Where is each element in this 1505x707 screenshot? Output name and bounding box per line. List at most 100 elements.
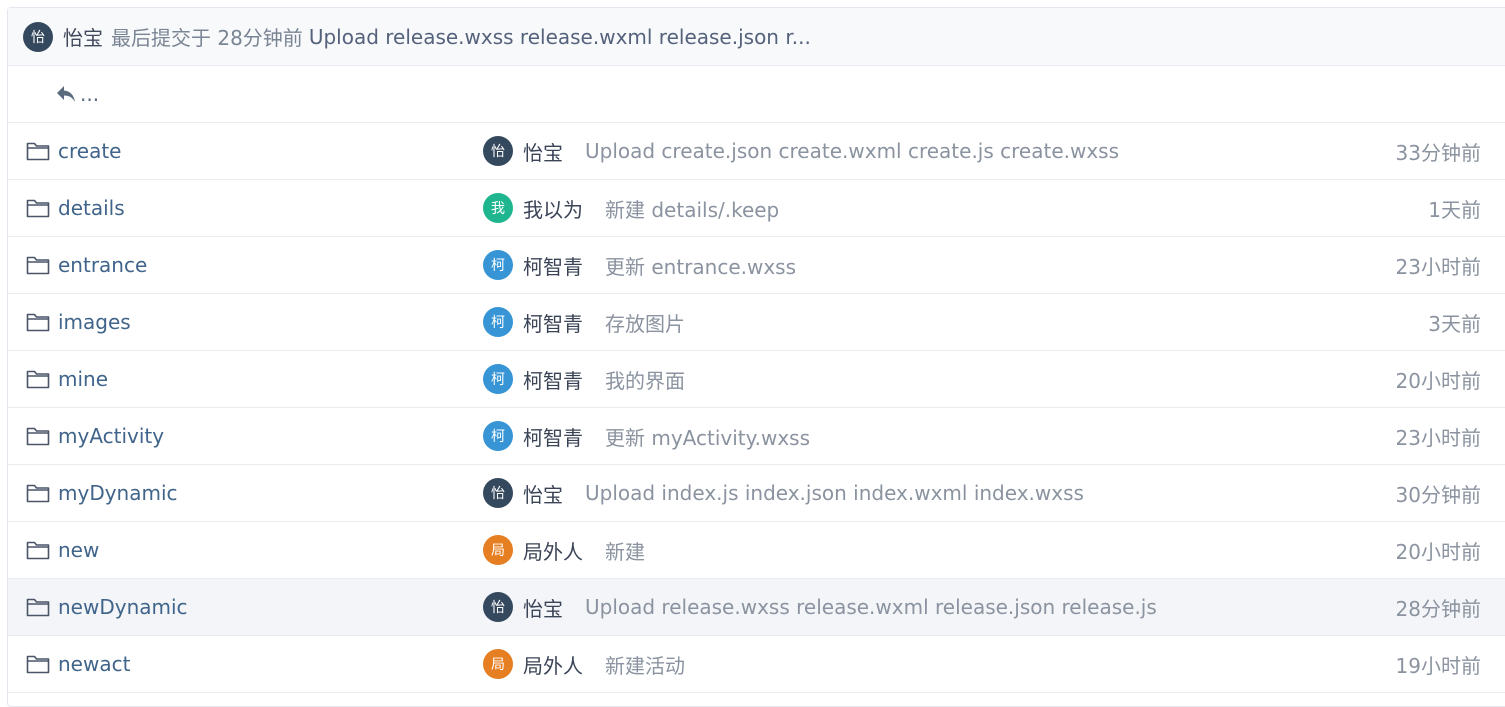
- latest-commit-message[interactable]: Upload release.wxss release.wxml release…: [309, 25, 811, 49]
- commit-cell: 怡 怡宝 Upload release.wxss release.wxml re…: [483, 592, 1157, 622]
- commit-author-name[interactable]: 局外人: [523, 650, 583, 679]
- file-row[interactable]: newDynamic 怡 怡宝 Upload release.wxss rele…: [8, 579, 1505, 636]
- file-name-link[interactable]: entrance: [58, 253, 147, 277]
- commit-cell: 怡 怡宝 Upload index.js index.json index.wx…: [483, 478, 1084, 508]
- folder-icon: [26, 427, 50, 446]
- file-row[interactable]: images 柯 柯智青 存放图片 3天前: [8, 294, 1505, 351]
- commit-author-avatar[interactable]: 柯: [483, 364, 513, 394]
- file-name-link[interactable]: create: [58, 139, 122, 163]
- commit-cell: 局 局外人 新建活动: [483, 649, 685, 679]
- commit-message-link[interactable]: 新建 details/.keep: [605, 194, 779, 223]
- commit-author-name[interactable]: 局外人: [523, 536, 583, 565]
- commit-cell: 柯 柯智青 更新 myActivity.wxss: [483, 421, 810, 451]
- file-row[interactable]: entrance 柯 柯智青 更新 entrance.wxss 23小时前: [8, 237, 1505, 294]
- file-name-cell[interactable]: details: [26, 196, 125, 220]
- commit-message-link[interactable]: 我的界面: [605, 365, 685, 394]
- file-browser-panel: 怡 怡宝 最后提交于 28分钟前 Upload release.wxss rel…: [7, 7, 1505, 707]
- commit-cell: 局 局外人 新建: [483, 535, 645, 565]
- parent-directory-link[interactable]: ...: [80, 82, 99, 106]
- file-name-link[interactable]: myDynamic: [58, 481, 178, 505]
- folder-icon: [26, 142, 50, 161]
- commit-author-avatar[interactable]: 柯: [483, 421, 513, 451]
- file-row[interactable]: newact 局 局外人 新建活动 19小时前: [8, 636, 1505, 693]
- file-name-link[interactable]: images: [58, 310, 131, 334]
- folder-icon: [26, 655, 50, 674]
- commit-author-avatar[interactable]: 柯: [483, 307, 513, 337]
- file-row[interactable]: myDynamic 怡 怡宝 Upload index.js index.jso…: [8, 465, 1505, 522]
- commit-author-avatar[interactable]: 怡: [483, 592, 513, 622]
- folder-icon: [26, 598, 50, 617]
- commit-author-name[interactable]: 怡宝: [523, 479, 563, 508]
- folder-icon: [26, 256, 50, 275]
- commit-author-name[interactable]: 怡宝: [523, 593, 563, 622]
- commit-author-avatar[interactable]: 柯: [483, 250, 513, 280]
- commit-time: 23小时前: [1395, 425, 1481, 450]
- folder-icon: [26, 199, 50, 218]
- commit-time: 1天前: [1428, 197, 1481, 222]
- file-name-cell[interactable]: myActivity: [26, 424, 164, 448]
- commit-cell: 柯 柯智青 我的界面: [483, 364, 685, 394]
- file-name-cell[interactable]: myDynamic: [26, 481, 178, 505]
- commit-message-link[interactable]: Upload release.wxss release.wxml release…: [585, 595, 1157, 619]
- file-name-cell[interactable]: newDynamic: [26, 595, 188, 619]
- commit-author-name[interactable]: 柯智青: [523, 251, 583, 280]
- file-row[interactable]: create 怡 怡宝 Upload create.json create.wx…: [8, 123, 1505, 180]
- latest-commit-avatar[interactable]: 怡: [23, 21, 53, 52]
- commit-time: 28分钟前: [1395, 596, 1481, 621]
- commit-time: 3天前: [1428, 311, 1481, 336]
- commit-message-link[interactable]: 存放图片: [605, 308, 685, 337]
- commit-cell: 柯 柯智青 存放图片: [483, 307, 685, 337]
- commit-cell: 我 我以为 新建 details/.keep: [483, 193, 779, 223]
- folder-icon: [26, 541, 50, 560]
- parent-directory-row[interactable]: ...: [8, 66, 1505, 123]
- latest-commit-meta: 最后提交于 28分钟前: [111, 26, 303, 50]
- folder-icon: [26, 370, 50, 389]
- commit-message-link[interactable]: 更新 myActivity.wxss: [605, 422, 810, 451]
- commit-author-avatar[interactable]: 局: [483, 535, 513, 565]
- file-name-cell[interactable]: entrance: [26, 253, 147, 277]
- file-name-cell[interactable]: images: [26, 310, 131, 334]
- commit-author-avatar[interactable]: 怡: [483, 136, 513, 166]
- commit-message-link[interactable]: Upload index.js index.json index.wxml in…: [585, 481, 1084, 505]
- file-name-cell[interactable]: new: [26, 538, 99, 562]
- commit-cell: 柯 柯智青 更新 entrance.wxss: [483, 250, 796, 280]
- commit-cell: 怡 怡宝 Upload create.json create.wxml crea…: [483, 136, 1119, 166]
- commit-time: 19小时前: [1395, 653, 1481, 678]
- file-name-link[interactable]: newact: [58, 652, 130, 676]
- commit-author-name[interactable]: 柯智青: [523, 308, 583, 337]
- commit-message-link[interactable]: 更新 entrance.wxss: [605, 251, 796, 280]
- commit-author-name[interactable]: 柯智青: [523, 422, 583, 451]
- file-name-link[interactable]: newDynamic: [58, 595, 188, 619]
- commit-author-avatar[interactable]: 怡: [483, 478, 513, 508]
- commit-message-link[interactable]: Upload create.json create.wxml create.js…: [585, 139, 1119, 163]
- commit-time: 23小时前: [1395, 254, 1481, 279]
- file-row[interactable]: mine 柯 柯智青 我的界面 20小时前: [8, 351, 1505, 408]
- commit-author-avatar[interactable]: 我: [483, 193, 513, 223]
- commit-time: 33分钟前: [1395, 140, 1481, 165]
- file-name-cell[interactable]: mine: [26, 367, 108, 391]
- file-name-cell[interactable]: create: [26, 139, 122, 163]
- file-name-link[interactable]: myActivity: [58, 424, 164, 448]
- file-row[interactable]: details 我 我以为 新建 details/.keep 1天前: [8, 180, 1505, 237]
- commit-time: 20小时前: [1395, 539, 1481, 564]
- commit-author-avatar[interactable]: 局: [483, 649, 513, 679]
- file-name-link[interactable]: details: [58, 196, 125, 220]
- commit-time: 20小时前: [1395, 368, 1481, 393]
- commit-message-link[interactable]: 新建: [605, 536, 645, 565]
- reply-arrow-icon: [57, 86, 75, 102]
- commit-author-name[interactable]: 怡宝: [523, 137, 563, 166]
- file-name-link[interactable]: new: [58, 538, 99, 562]
- folder-icon: [26, 484, 50, 503]
- commit-message-link[interactable]: 新建活动: [605, 650, 685, 679]
- file-name-link[interactable]: mine: [58, 367, 108, 391]
- file-name-cell[interactable]: newact: [26, 652, 130, 676]
- file-row[interactable]: myActivity 柯 柯智青 更新 myActivity.wxss 23小时…: [8, 408, 1505, 465]
- commit-time: 30分钟前: [1395, 482, 1481, 507]
- file-row[interactable]: new 局 局外人 新建 20小时前: [8, 522, 1505, 579]
- commit-author-name[interactable]: 柯智青: [523, 365, 583, 394]
- latest-commit-author[interactable]: 怡宝: [63, 22, 103, 51]
- file-list: create 怡 怡宝 Upload create.json create.wx…: [8, 123, 1505, 693]
- commit-author-name[interactable]: 我以为: [523, 194, 583, 223]
- folder-icon: [26, 313, 50, 332]
- latest-commit-bar: 怡 怡宝 最后提交于 28分钟前 Upload release.wxss rel…: [8, 8, 1505, 66]
